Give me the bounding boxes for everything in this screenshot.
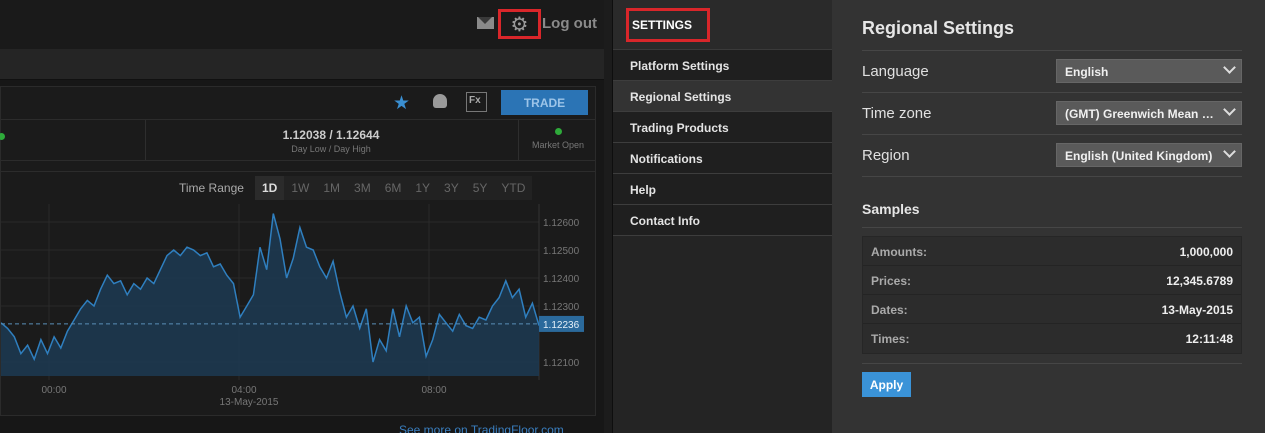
menu-item[interactable]: Help xyxy=(613,174,832,205)
gear-icon: ⚙ xyxy=(510,12,529,36)
chevron-down-icon xyxy=(1223,103,1236,116)
settings-menu: SETTINGS Platform Settings Regional Setti… xyxy=(612,0,832,433)
star-icon[interactable]: ★ xyxy=(393,92,410,114)
timezone-value: (GMT) Greenwich Mean Time xyxy=(1065,107,1217,121)
x-tick-label: 08:00 xyxy=(421,385,446,396)
top-bar: ⚙ Log out xyxy=(0,0,604,49)
x-tick-label: 00:00 xyxy=(41,385,66,396)
x-tick-label: 04:00 xyxy=(231,385,256,396)
sample-value: 12,345.6789 xyxy=(1166,274,1233,288)
alert-bell-icon[interactable] xyxy=(433,94,447,108)
divider xyxy=(862,363,1242,364)
day-range-label: Day Low / Day High xyxy=(291,144,371,154)
page-title: Regional Settings xyxy=(862,18,1015,38)
regional-settings-panel: Regional Settings Language English Time … xyxy=(832,0,1265,433)
chart-svg: 1.12600 1.12500 1.12400 1.12300 1.12100 1.122… xyxy=(1,204,584,408)
sample-row: Dates: 13-May-2015 xyxy=(863,295,1241,324)
trading-background: ⚙ Log out ★ Fx TRADE 1.12038 / 1.12644 D… xyxy=(0,0,604,433)
quote-row: 1.12038 / 1.12644 Day Low / Day High Mar… xyxy=(0,119,595,161)
divider xyxy=(518,120,519,160)
sample-row: Prices: 12,345.6789 xyxy=(863,266,1241,295)
sample-row: Times: 12:11:48 xyxy=(863,324,1241,353)
status-dot xyxy=(0,133,5,140)
time-range-tab[interactable]: 1W xyxy=(284,176,316,200)
app-root: ⚙ Log out ★ Fx TRADE 1.12038 / 1.12644 D… xyxy=(0,0,1265,433)
sample-row: Amounts: 1,000,000 xyxy=(863,237,1241,266)
settings-menu-list: Platform Settings Regional Settings Tradin… xyxy=(613,50,832,236)
price-chart: Time Range 1D 1W 1M 3M 6M 1Y 3Y 5Y YTD 1.12600 1.… xyxy=(1,171,595,415)
mail-icon[interactable] xyxy=(477,17,494,29)
timezone-label: Time zone xyxy=(862,105,932,122)
menu-item[interactable]: Notifications xyxy=(613,143,832,174)
y-tick-label: 1.12400 xyxy=(543,274,580,285)
x-date-label: 13-May-2015 xyxy=(220,397,279,408)
time-range-tabs: 1D 1W 1M 3M 6M 1Y 3Y 5Y YTD xyxy=(255,176,533,200)
time-range-tab[interactable]: 1Y xyxy=(408,176,437,200)
sample-value: 1,000,000 xyxy=(1179,245,1233,259)
y-tick-label: 1.12100 xyxy=(543,358,580,369)
trade-button[interactable]: TRADE xyxy=(501,90,588,115)
y-tick-label: 1.12500 xyxy=(543,246,580,257)
current-price-label: 1.12236 xyxy=(543,320,580,331)
sample-value: 12:11:48 xyxy=(1185,332,1233,346)
samples-table: Amounts: 1,000,000 Prices: 12,345.6789 Dates… xyxy=(862,236,1242,354)
region-label: Region xyxy=(862,147,910,164)
region-row: Region English (United Kingdom) xyxy=(862,134,1242,176)
time-range-label: Time Range xyxy=(179,181,244,195)
sample-key: Times: xyxy=(871,332,910,346)
instrument-panel: ★ Fx TRADE 1.12038 / 1.12644 Day Low / D… xyxy=(0,86,596,416)
settings-title: SETTINGS xyxy=(632,18,693,32)
sample-key: Prices: xyxy=(871,274,912,288)
sample-key: Dates: xyxy=(871,303,908,317)
market-status-label: Market Open xyxy=(531,140,585,150)
time-range-tab[interactable]: 3M xyxy=(347,176,378,200)
language-value: English xyxy=(1065,65,1109,79)
time-range-tab[interactable]: YTD xyxy=(494,176,532,200)
time-range-tab[interactable]: 1M xyxy=(316,176,347,200)
sub-toolbar xyxy=(0,49,604,80)
day-range: 1.12038 / 1.12644 Day Low / Day High xyxy=(251,128,411,154)
region-select[interactable]: English (United Kingdom) xyxy=(1056,143,1242,167)
language-select[interactable]: English xyxy=(1056,59,1242,83)
timezone-select[interactable]: (GMT) Greenwich Mean Time xyxy=(1056,101,1242,125)
timezone-row: Time zone (GMT) Greenwich Mean Time xyxy=(862,92,1242,134)
menu-item[interactable]: Regional Settings xyxy=(613,81,832,112)
settings-button[interactable]: ⚙ xyxy=(498,9,541,39)
chevron-down-icon xyxy=(1223,61,1236,74)
logout-link[interactable]: Log out xyxy=(542,15,597,32)
language-row: Language English xyxy=(862,50,1242,92)
fx-icon[interactable]: Fx xyxy=(466,92,487,112)
settings-title-box: SETTINGS xyxy=(626,8,710,42)
time-range-tab[interactable]: 6M xyxy=(378,176,409,200)
y-tick-label: 1.12300 xyxy=(543,302,580,313)
apply-button[interactable]: Apply xyxy=(862,372,911,397)
language-label: Language xyxy=(862,63,929,80)
day-range-value: 1.12038 / 1.12644 xyxy=(282,128,380,142)
menu-item[interactable]: Trading Products xyxy=(613,112,832,143)
region-value: English (United Kingdom) xyxy=(1065,149,1213,163)
sample-value: 13-May-2015 xyxy=(1161,303,1233,317)
divider xyxy=(145,120,146,160)
y-tick-label: 1.12600 xyxy=(543,218,580,229)
samples-header: Samples xyxy=(862,176,1242,228)
time-range-tab[interactable]: 5Y xyxy=(466,176,495,200)
time-range-tab[interactable]: 1D xyxy=(255,176,285,200)
settings-menu-header: SETTINGS xyxy=(613,0,832,50)
market-open-dot xyxy=(554,128,562,135)
sample-key: Amounts: xyxy=(871,245,927,259)
time-range-tab[interactable]: 3Y xyxy=(437,176,466,200)
market-status: Market Open xyxy=(523,128,593,150)
menu-item[interactable]: Platform Settings xyxy=(613,50,832,81)
chevron-down-icon xyxy=(1223,145,1236,158)
samples-title: Samples xyxy=(862,201,920,217)
menu-item[interactable]: Contact Info xyxy=(613,205,832,236)
see-more-link[interactable]: See more on TradingFloor.com xyxy=(399,423,564,433)
